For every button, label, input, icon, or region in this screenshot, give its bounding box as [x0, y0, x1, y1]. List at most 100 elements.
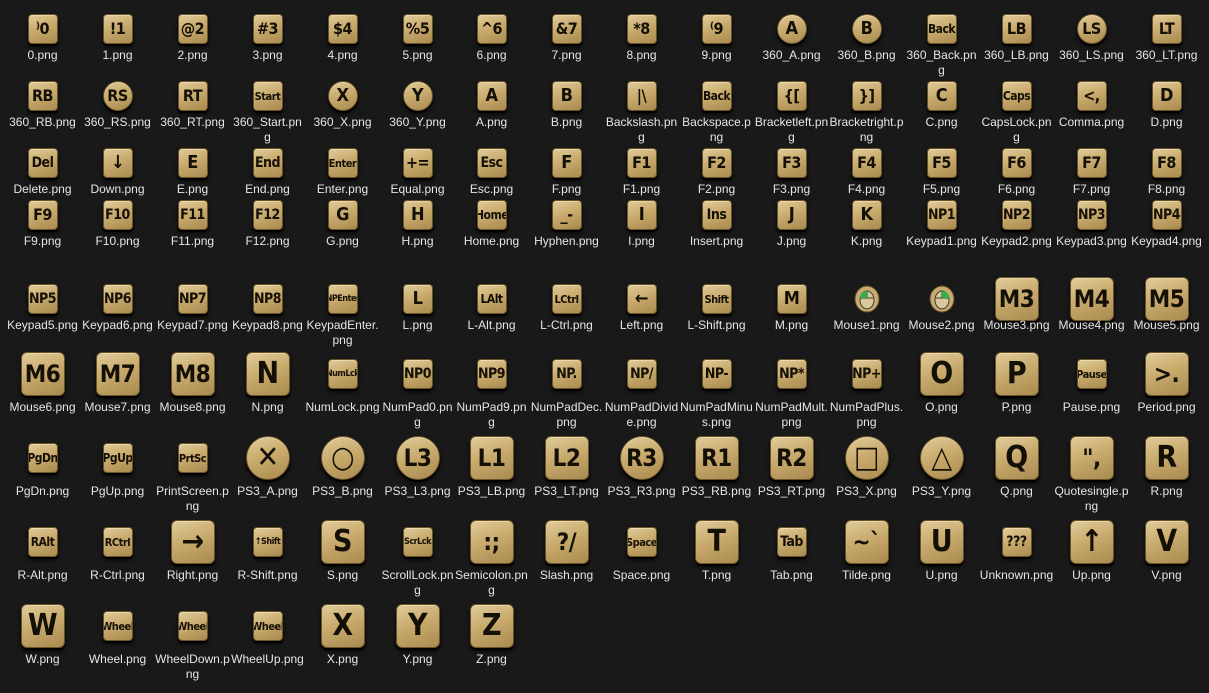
file-item-f8[interactable]: F8 F8.png [1129, 147, 1204, 197]
file-item-home[interactable]: Home Home.png [454, 199, 529, 249]
file-item-wheelup[interactable]: Wheel WheelUp.png [230, 603, 305, 667]
file-item-left[interactable]: ← Left.png [604, 283, 679, 333]
file-item-f6[interactable]: F6 F6.png [979, 147, 1054, 197]
file-item-insert[interactable]: Ins Insert.png [679, 199, 754, 249]
file-item-mouse7[interactable]: M7 Mouse7.png [80, 351, 155, 415]
file-item-p[interactable]: P P.png [979, 351, 1054, 415]
file-item-tilde[interactable]: ~` Tilde.png [829, 519, 904, 583]
file-item-bracketright[interactable]: }] Bracketright.png [829, 80, 904, 145]
file-item-f9[interactable]: F9 F9.png [5, 199, 80, 249]
file-item-5[interactable]: %5 5.png [380, 13, 455, 63]
file-item-f7[interactable]: F7 F7.png [1054, 147, 1129, 197]
file-item-tab[interactable]: Tab Tab.png [754, 519, 829, 583]
file-item-period[interactable]: >. Period.png [1129, 351, 1204, 415]
file-item-backslash[interactable]: |\ Backslash.png [604, 80, 679, 145]
file-item-ps3-a[interactable]: ✕ PS3_A.png [230, 435, 305, 499]
file-item-capslock[interactable]: Caps CapsLock.png [979, 80, 1054, 145]
file-item-360-x[interactable]: X 360_X.png [305, 80, 380, 130]
file-item-1[interactable]: !1 1.png [80, 13, 155, 63]
file-item-360-y[interactable]: Y 360_Y.png [380, 80, 455, 130]
file-item-l-shift[interactable]: Shift L-Shift.png [679, 283, 754, 333]
file-item-r-shift[interactable]: ↑Shift R-Shift.png [230, 519, 305, 583]
file-item-wheel[interactable]: Wheel Wheel.png [80, 603, 155, 667]
file-item-down[interactable]: ↓ Down.png [80, 147, 155, 197]
file-item-m[interactable]: M M.png [754, 283, 829, 333]
file-item-n[interactable]: N N.png [230, 351, 305, 415]
file-item-f5[interactable]: F5 F5.png [904, 147, 979, 197]
file-item-numpaddivide[interactable]: NP/NumPadDivide.png [604, 351, 679, 430]
file-item-v[interactable]: V V.png [1129, 519, 1204, 583]
file-item-j[interactable]: J J.png [754, 199, 829, 249]
file-item-right[interactable]: → Right.png [155, 519, 230, 583]
file-item-f4[interactable]: F4 F4.png [829, 147, 904, 197]
file-item-f11[interactable]: F11 F11.png [155, 199, 230, 249]
file-item-up[interactable]: ↑ Up.png [1054, 519, 1129, 583]
file-item-space[interactable]: Space Space.png [604, 519, 679, 583]
file-item-ps3-rb[interactable]: R1 PS3_RB.png [679, 435, 754, 499]
file-item-3[interactable]: #3 3.png [230, 13, 305, 63]
file-item-numpadplus[interactable]: NP+ NumPadPlus.png [829, 351, 904, 430]
file-item-z[interactable]: Z Z.png [454, 603, 529, 667]
file-item-keypad1[interactable]: NP1 Keypad1.png [904, 199, 979, 249]
file-item-equal[interactable]: += Equal.png [380, 147, 455, 197]
file-item-e[interactable]: E E.png [155, 147, 230, 197]
file-item-unknown[interactable]: ??? Unknown.png [979, 519, 1054, 583]
file-item-ps3-r3[interactable]: R3 PS3_R3.png [604, 435, 679, 499]
file-item-r-ctrl[interactable]: RCtrl R-Ctrl.png [80, 519, 155, 583]
file-item-comma[interactable]: <, Comma.png [1054, 80, 1129, 130]
file-item-360-b[interactable]: B 360_B.png [829, 13, 904, 63]
file-item-360-start[interactable]: Start 360_Start.png [230, 80, 305, 145]
file-item-numpadmult[interactable]: NP* NumPadMult.png [754, 351, 829, 430]
file-item-mouse4[interactable]: M4 Mouse4.png [1054, 277, 1129, 333]
file-item-u[interactable]: U U.png [904, 519, 979, 583]
file-item-keypadenter[interactable]: NPEnter KeypadEnter.png [305, 283, 380, 348]
file-item-l-alt[interactable]: LAlt L-Alt.png [454, 283, 529, 333]
file-item-pause[interactable]: Pause Pause.png [1054, 351, 1129, 415]
file-item-ps3-rt[interactable]: R2 PS3_RT.png [754, 435, 829, 499]
file-item-9[interactable]: ⁽9 9.png [679, 13, 754, 63]
file-item-mouse5[interactable]: M5 Mouse5.png [1129, 277, 1204, 333]
file-item-c[interactable]: C C.png [904, 80, 979, 130]
file-item-keypad4[interactable]: NP4 Keypad4.png [1129, 199, 1204, 249]
file-item-o[interactable]: O O.png [904, 351, 979, 415]
file-item-360-lb[interactable]: LB 360_LB.png [979, 13, 1054, 63]
file-item-360-rt[interactable]: RT 360_RT.png [155, 80, 230, 130]
file-item-printscreen[interactable]: PrtSc PrintScreen.png [155, 435, 230, 514]
file-item-t[interactable]: T T.png [679, 519, 754, 583]
file-item-bracketleft[interactable]: {[Bracketleft.png [754, 80, 829, 145]
file-item-numlock[interactable]: NumLck NumLock.png [305, 351, 380, 415]
file-item-g[interactable]: G G.png [305, 199, 380, 249]
file-item-r[interactable]: R R.png [1129, 435, 1204, 499]
file-item-keypad3[interactable]: NP3 Keypad3.png [1054, 199, 1129, 249]
file-item-hyphen[interactable]: _- Hyphen.png [529, 199, 604, 249]
file-item-semicolon[interactable]: :; Semicolon.png [454, 519, 529, 598]
file-item-backspace[interactable]: Back Backspace.png [679, 80, 754, 145]
file-item-ps3-l3[interactable]: L3 PS3_L3.png [380, 435, 455, 499]
file-item-ps3-lb[interactable]: L1 PS3_LB.png [454, 435, 529, 499]
file-item-mouse8[interactable]: M8 Mouse8.png [155, 351, 230, 415]
file-item-mouse6[interactable]: M6 Mouse6.png [5, 351, 80, 415]
file-item-ps3-lt[interactable]: L2 PS3_LT.png [529, 435, 604, 499]
file-item-r-alt[interactable]: RAlt R-Alt.png [5, 519, 80, 583]
file-item-slash[interactable]: ?/ Slash.png [529, 519, 604, 583]
file-item-360-ls[interactable]: LS 360_LS.png [1054, 13, 1129, 63]
file-item-f2[interactable]: F2 F2.png [679, 147, 754, 197]
file-item-f3[interactable]: F3 F3.png [754, 147, 829, 197]
file-item-ps3-y[interactable]: △ PS3_Y.png [904, 435, 979, 499]
file-item-wheeldown[interactable]: Wheel WheelDown.png [155, 603, 230, 682]
file-item-8[interactable]: *8 8.png [604, 13, 679, 63]
file-item-keypad6[interactable]: NP6 Keypad6.png [80, 283, 155, 333]
file-item-360-rb[interactable]: RB 360_RB.png [5, 80, 80, 130]
file-item-a[interactable]: A A.png [454, 80, 529, 130]
file-item-4[interactable]: $4 4.png [305, 13, 380, 63]
file-item-k[interactable]: K K.png [829, 199, 904, 249]
file-item-360-back[interactable]: Back 360_Back.png [904, 13, 979, 78]
file-item-enter[interactable]: Enter Enter.png [305, 147, 380, 197]
file-item-mouse3[interactable]: M3 Mouse3.png [979, 277, 1054, 333]
file-item-x[interactable]: X X.png [305, 603, 380, 667]
file-item-w[interactable]: W W.png [5, 603, 80, 667]
file-item-keypad5[interactable]: NP5 Keypad5.png [5, 283, 80, 333]
file-item-i[interactable]: I I.png [604, 199, 679, 249]
file-item-360-rs[interactable]: RS 360_RS.png [80, 80, 155, 130]
file-item-ps3-b[interactable]: ○ PS3_B.png [305, 435, 380, 499]
